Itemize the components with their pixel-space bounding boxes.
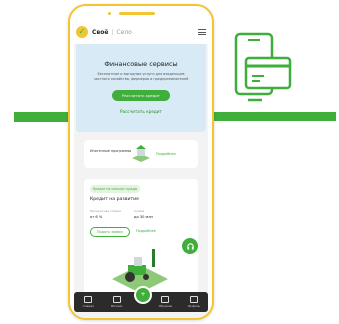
camera <box>108 12 111 15</box>
decor-stripe-left <box>14 112 70 122</box>
bottom-tabbar: Главная Магазин Обучение Профиль + <box>74 286 208 312</box>
amount-value: до 30 млн <box>134 215 153 219</box>
tab-home-label: Главная <box>82 305 94 308</box>
mortgage-more-link[interactable]: Подробнее <box>156 152 176 156</box>
speaker <box>119 12 155 15</box>
calculate-credit-button[interactable]: Рассчитать кредит <box>111 90 171 101</box>
brand-separator: | <box>111 28 114 36</box>
rate-label: Процентная ставка <box>90 209 121 213</box>
logo-icon[interactable]: ✓ <box>76 26 88 38</box>
decor-stripe-right <box>208 112 336 121</box>
mortgage-card-label: Ипотечные программы <box>90 149 132 153</box>
tab-profile[interactable]: Профиль <box>183 296 205 308</box>
phone-card-icon <box>234 32 292 102</box>
mortgage-illustration <box>132 145 150 162</box>
tab-shop-label: Магазин <box>110 305 123 308</box>
calculate-credit-link[interactable]: Рассчитать кредит <box>76 109 206 114</box>
learning-icon <box>161 296 170 303</box>
tab-home[interactable]: Главная <box>77 296 99 308</box>
plus-icon: + <box>140 291 146 298</box>
headset-icon <box>186 242 194 250</box>
rate-value: от 6 % <box>90 215 103 219</box>
profile-icon <box>189 296 198 303</box>
brand-subtitle: Село <box>116 28 132 36</box>
hamburger-icon[interactable] <box>198 29 206 35</box>
support-button[interactable] <box>182 238 198 254</box>
shop-icon <box>112 296 121 303</box>
tab-learning-label: Обучение <box>158 305 172 308</box>
mortgage-card[interactable]: Ипотечные программы Подробнее <box>84 140 198 168</box>
credit-more-link[interactable]: Подробнее <box>136 229 156 233</box>
tab-shop[interactable]: Магазин <box>106 296 128 308</box>
tab-profile-label: Профиль <box>187 305 200 308</box>
credit-title: Кредит на развитие <box>90 197 139 202</box>
hero-banner: Финансовые сервисы Бесплатные и выгодные… <box>76 44 206 132</box>
app-header: ✓ Своё | Село <box>70 20 212 44</box>
hero-text: Бесплатные и выгодные услуги для владель… <box>93 72 189 81</box>
home-icon <box>84 296 93 303</box>
phone-frame: ✓ Своё | Село Финансовые сервисы Бесплат… <box>68 4 214 320</box>
apply-button[interactable]: Подать заявку <box>90 227 131 237</box>
tab-plus[interactable]: + <box>134 286 152 304</box>
brand-name: Своё <box>92 28 109 36</box>
tab-learning[interactable]: Обучение <box>154 296 176 308</box>
hero-title: Финансовые сервисы <box>104 60 178 68</box>
credit-badge: Кредит на сельхоз нужды <box>90 185 141 193</box>
amount-label: Сумма <box>134 209 145 213</box>
app-screen: Финансовые сервисы Бесплатные и выгодные… <box>74 44 208 318</box>
